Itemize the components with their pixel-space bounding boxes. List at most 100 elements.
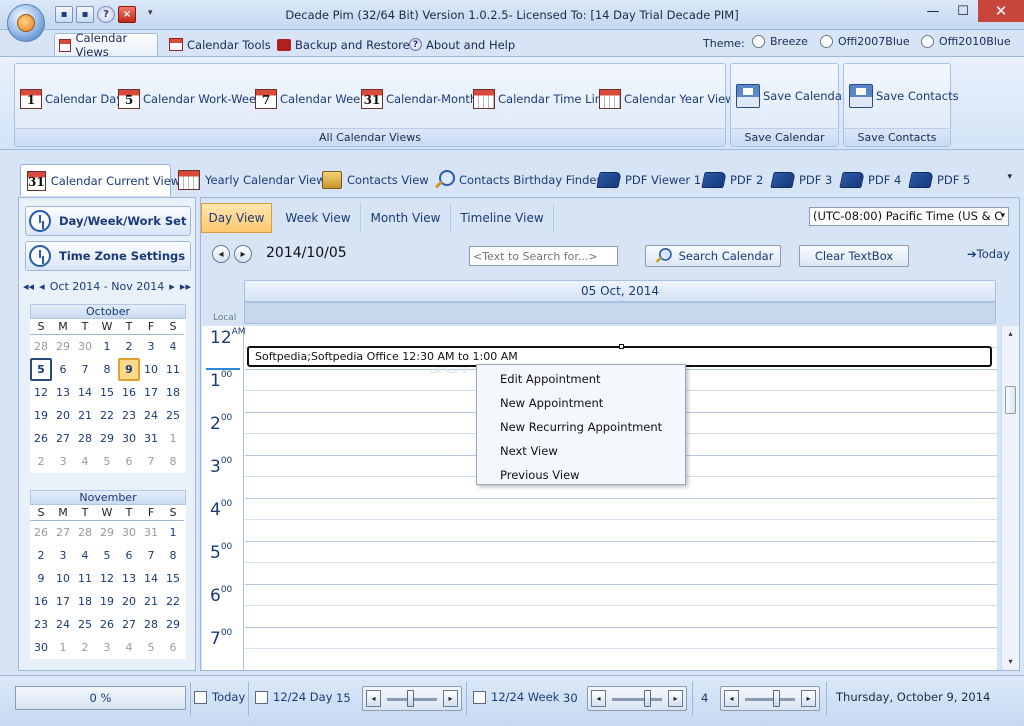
calendar-day[interactable]: 2	[118, 335, 140, 358]
timezone-select[interactable]: (UTC-08:00) Pacific Time (US & C ▾	[809, 207, 1009, 226]
prev-day-button[interactable]: ◂	[212, 245, 230, 263]
tab-calendar-current-view[interactable]: 31 Calendar Current View	[20, 164, 180, 196]
calendar-day[interactable]: 2	[74, 636, 96, 659]
calendar-day[interactable]: 26	[30, 427, 52, 450]
week-interval-slider[interactable]: ◂ ▸	[587, 686, 687, 711]
calendar-day[interactable]: 26	[96, 613, 118, 636]
tab-pdf-4[interactable]: PDF 4	[839, 164, 901, 196]
tab-contacts-birthday-finder[interactable]: Contacts Birthday Finder	[434, 164, 601, 196]
tab-pdf-viewer-1[interactable]: PDF Viewer 1	[596, 164, 701, 196]
calendar-day[interactable]: 26	[30, 521, 52, 544]
tab-about-help[interactable]: ? About and Help	[405, 33, 519, 56]
close-button[interactable]: ✕	[978, 0, 1024, 22]
clear-textbox-button[interactable]: Clear TextBox	[799, 245, 909, 267]
day-interval-slider[interactable]: ◂ ▸	[362, 686, 462, 711]
calendar-day[interactable]: 13	[118, 567, 140, 590]
calendar-day[interactable]: 9	[30, 567, 52, 590]
calendar-day[interactable]: 27	[118, 613, 140, 636]
checkbox[interactable]	[255, 690, 268, 704]
menu-item-next-view[interactable]: Next View	[477, 439, 685, 463]
calendar-week-button[interactable]: 7 Calendar Week	[255, 88, 367, 110]
scroll-thumb[interactable]	[1005, 386, 1016, 414]
appointment-resize-handle[interactable]	[619, 344, 624, 349]
scroll-down-button[interactable]: ▾	[1002, 654, 1019, 670]
slider-knob[interactable]	[773, 690, 780, 707]
calendar-day[interactable]: 18	[74, 590, 96, 613]
calendar-day[interactable]: 23	[118, 404, 140, 427]
calendar-day[interactable]: 14	[140, 567, 162, 590]
calendar-day[interactable]: 1	[162, 427, 184, 450]
calendar-day[interactable]: 10	[140, 358, 162, 381]
time-zone-settings-button[interactable]: Time Zone Settings	[25, 241, 191, 271]
tab-pdf-5[interactable]: PDF 5	[908, 164, 970, 196]
prev-month-button[interactable]: ◂	[39, 280, 45, 293]
calendar-day[interactable]: 6	[118, 544, 140, 567]
menu-item-new-recurring-appointment[interactable]: New Recurring Appointment	[477, 415, 685, 439]
calendar-day[interactable]: 28	[74, 521, 96, 544]
calendar-day[interactable]: 1	[52, 636, 74, 659]
tab-timeline-view[interactable]: Timeline View	[451, 203, 554, 233]
month-interval-slider[interactable]: ◂ ▸	[720, 686, 820, 711]
calendar-day[interactable]: 4	[118, 636, 140, 659]
calendar-day[interactable]: 29	[162, 613, 184, 636]
calendar-day[interactable]: 12	[96, 567, 118, 590]
calendar-day[interactable]: 28	[74, 427, 96, 450]
minimize-button[interactable]: —	[918, 0, 948, 22]
calendar-day[interactable]: 1	[162, 521, 184, 544]
calendar-day[interactable]: 22	[96, 404, 118, 427]
more-tabs-dropdown[interactable]: ▾	[1007, 172, 1012, 182]
tab-pdf-3[interactable]: PDF 3	[770, 164, 832, 196]
calendar-day[interactable]: 30	[30, 636, 52, 659]
all-day-strip[interactable]	[244, 302, 996, 324]
maximize-button[interactable]: ☐	[948, 0, 978, 22]
day-week-work-set-button[interactable]: Day/Week/Work Set	[25, 206, 191, 236]
scroll-up-button[interactable]: ▴	[1002, 326, 1019, 342]
calendar-day[interactable]: 19	[96, 590, 118, 613]
calendar-day[interactable]: 6	[162, 636, 184, 659]
calendar-day[interactable]: 28	[30, 335, 52, 358]
calendar-day[interactable]: 3	[96, 636, 118, 659]
theme-option-offi2007blue[interactable]: Offi2007Blue	[820, 35, 910, 48]
calendar-day[interactable]: 20	[118, 590, 140, 613]
app-menu-orb-icon[interactable]	[7, 4, 45, 42]
calendar-day[interactable]: 16	[30, 590, 52, 613]
tab-month-view[interactable]: Month View	[361, 203, 451, 233]
calendar-time-line-button[interactable]: Calendar Time Line	[473, 88, 609, 110]
calendar-day[interactable]: 2	[30, 544, 52, 567]
calendar-day-today[interactable]: 9	[118, 358, 140, 381]
calendar-day-button[interactable]: 1 Calendar Day	[20, 88, 123, 110]
radio-button[interactable]	[921, 35, 934, 48]
calendar-day[interactable]: 27	[52, 521, 74, 544]
tab-week-view[interactable]: Week View	[276, 203, 361, 233]
radio-button[interactable]	[752, 35, 765, 48]
slider-increase-button[interactable]: ▸	[668, 690, 683, 707]
calendar-day[interactable]: 29	[96, 427, 118, 450]
slider-decrease-button[interactable]: ◂	[366, 690, 381, 707]
slider-increase-button[interactable]: ▸	[443, 690, 458, 707]
search-calendar-button[interactable]: Search Calendar	[645, 245, 781, 267]
calendar-day[interactable]: 25	[162, 404, 184, 427]
save-calendar-button[interactable]: Save Calendar	[736, 84, 847, 108]
calendar-day[interactable]: 7	[140, 450, 162, 473]
12-24-day-checkbox[interactable]: 12/24 Day	[255, 690, 333, 704]
calendar-day[interactable]: 7	[140, 544, 162, 567]
calendar-day[interactable]: 4	[162, 335, 184, 358]
calendar-day[interactable]: 4	[74, 450, 96, 473]
search-input[interactable]	[469, 246, 618, 266]
calendar-day-selected[interactable]: 5	[30, 358, 52, 381]
today-checkbox[interactable]: Today	[194, 690, 245, 704]
calendar-day[interactable]: 15	[96, 381, 118, 404]
calendar-day[interactable]: 3	[52, 450, 74, 473]
today-button[interactable]: ➔Today	[967, 247, 1010, 261]
calendar-day[interactable]: 3	[52, 544, 74, 567]
calendar-year-view-button[interactable]: Calendar Year View	[599, 88, 735, 110]
calendar-day[interactable]: 17	[52, 590, 74, 613]
tab-calendar-views[interactable]: Calendar Views	[54, 31, 158, 59]
calendar-day[interactable]: 13	[52, 381, 74, 404]
calendar-day[interactable]: 22	[162, 590, 184, 613]
12-24-week-checkbox[interactable]: 12/24 Week	[473, 690, 559, 704]
calendar-day[interactable]: 24	[140, 404, 162, 427]
menu-item-new-appointment[interactable]: New Appointment	[477, 391, 685, 415]
calendar-day[interactable]: 5	[96, 450, 118, 473]
calendar-day[interactable]: 8	[162, 544, 184, 567]
